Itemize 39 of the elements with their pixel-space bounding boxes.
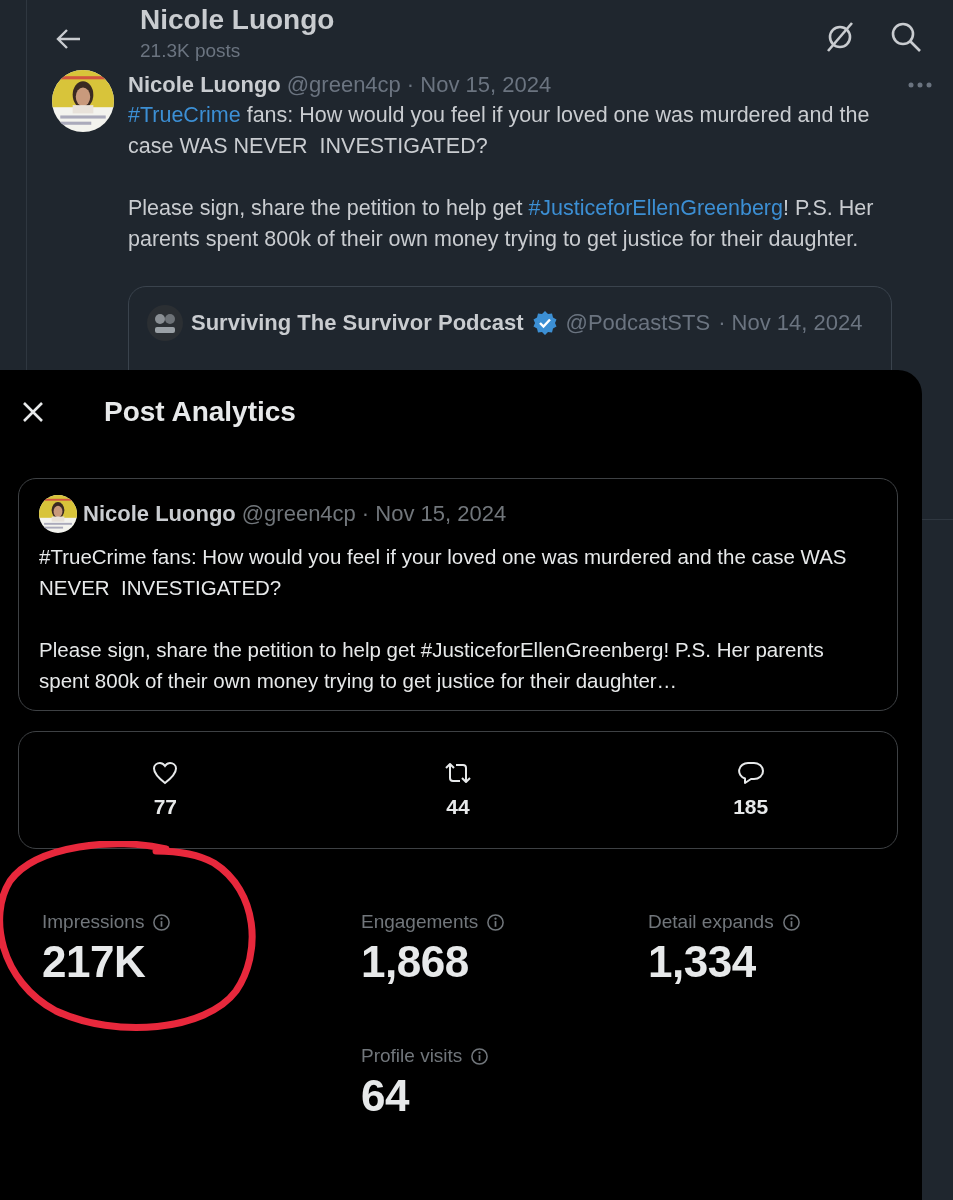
post-text: #TrueCrime fans: How would you feel if your loved one was murdered and the case WAS NEVER INVESTIGATED? (39, 544, 848, 601)
author-handle: @green4cp (241, 501, 356, 527)
metric-value: 1,868 (361, 937, 470, 987)
info-icon[interactable] (470, 1046, 490, 1066)
hashtag-link[interactable]: #TrueCrime (128, 103, 241, 127)
metric-label: Profile visits (361, 1045, 463, 1067)
more-icon[interactable] (907, 81, 933, 89)
hashtag-link[interactable]: #JusticeforEllenGreenberg (528, 196, 783, 220)
count-value: 77 (153, 795, 177, 819)
search-icon[interactable] (889, 20, 923, 54)
post-date: · Nov 15, 2024 (406, 72, 552, 98)
metric-value: 1,334 (648, 937, 757, 987)
author-name[interactable]: Surviving The Survivor Podcast (191, 310, 524, 336)
count-value: 44 (446, 795, 470, 819)
author-name[interactable]: Nicole Luongo (83, 501, 236, 527)
profile-title: Nicole Luongo (140, 4, 335, 36)
info-icon[interactable] (781, 912, 801, 932)
author-name[interactable]: Nicole Luongo (128, 72, 281, 98)
post-text: Please sign, share the petition to help get #JusticeforEllenGreenberg! P.S. Her parents spent 800k of their own money trying to get justice for their daughter… (39, 637, 825, 694)
metric-label: Impressions (42, 911, 145, 933)
repost-icon[interactable] (443, 761, 473, 785)
metric-value: 217K (42, 937, 147, 987)
author-handle: @green4cp (286, 72, 401, 98)
post-text: #TrueCrime fans: How would you feel if your loved one was murdered and the case WAS NEVER INVESTIGATED? (128, 102, 871, 160)
heart-icon[interactable] (152, 761, 179, 785)
post-count: 21.3K posts (140, 40, 242, 62)
post-date: · Nov 15, 2024 (361, 501, 507, 527)
metric-label: Engagements (361, 911, 479, 933)
metric-value: 64 (361, 1071, 411, 1121)
podcast-avatar[interactable] (147, 305, 183, 341)
post-text: Please sign, share the petition to help get #JusticeforEllenGreenberg! P.S. Her parents spent 800k of their own money trying to get justice for their daughter. (128, 195, 875, 253)
count-value: 185 (733, 795, 769, 819)
post-date: · Nov 14, 2024 (718, 310, 863, 336)
reply-icon[interactable] (737, 761, 764, 785)
info-icon[interactable] (486, 912, 506, 932)
info-icon[interactable] (152, 912, 172, 932)
avatar[interactable] (39, 495, 77, 533)
author-handle: @PodcastSTS (565, 310, 711, 336)
metric-label: Detail expands (648, 911, 774, 933)
